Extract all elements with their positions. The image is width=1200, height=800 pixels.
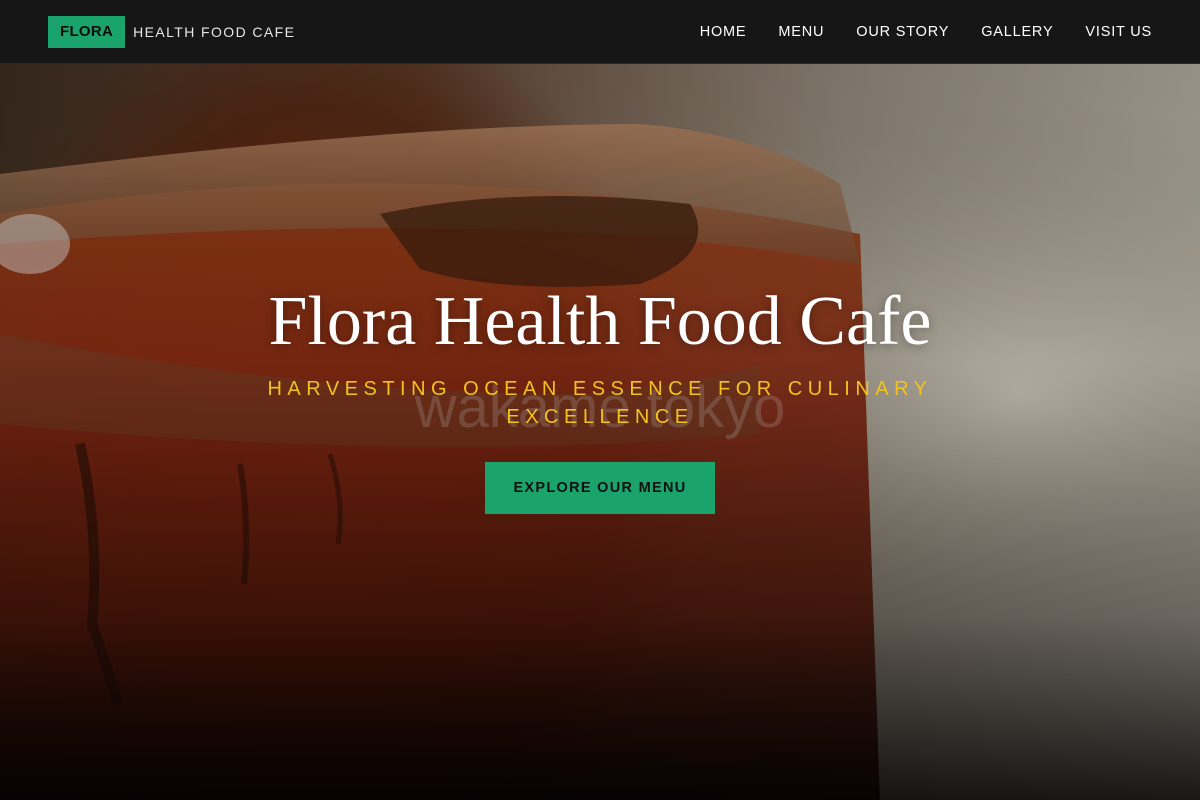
hero-section: Flora Health Food Cafe wakame tokyo HARV… [0,64,1200,800]
hero-tagline: HARVESTING OCEAN ESSENCE FOR CULINARY EX… [267,378,933,428]
nav-links: HOME MENU OUR STORY GALLERY VISIT US [700,24,1152,40]
brand-logo[interactable]: FLORA HEALTH FOOD CAFE [48,15,295,48]
nav-link-home[interactable]: HOME [700,24,747,40]
nav-link-gallery[interactable]: GALLERY [981,24,1053,40]
hero-content: Flora Health Food Cafe wakame tokyo HARV… [0,64,1200,800]
nav-link-our-story[interactable]: OUR STORY [856,24,949,40]
nav-link-visit-us[interactable]: VISIT US [1085,24,1152,40]
brand-subtitle[interactable]: HEALTH FOOD CAFE [133,24,295,40]
nav-link-menu[interactable]: MENU [778,24,824,40]
top-navbar: FLORA HEALTH FOOD CAFE HOME MENU OUR STO… [0,0,1200,64]
explore-menu-button[interactable]: EXPLORE OUR MENU [485,462,715,514]
hero-title: Flora Health Food Cafe [268,283,932,360]
brand-badge[interactable]: FLORA [48,15,126,48]
